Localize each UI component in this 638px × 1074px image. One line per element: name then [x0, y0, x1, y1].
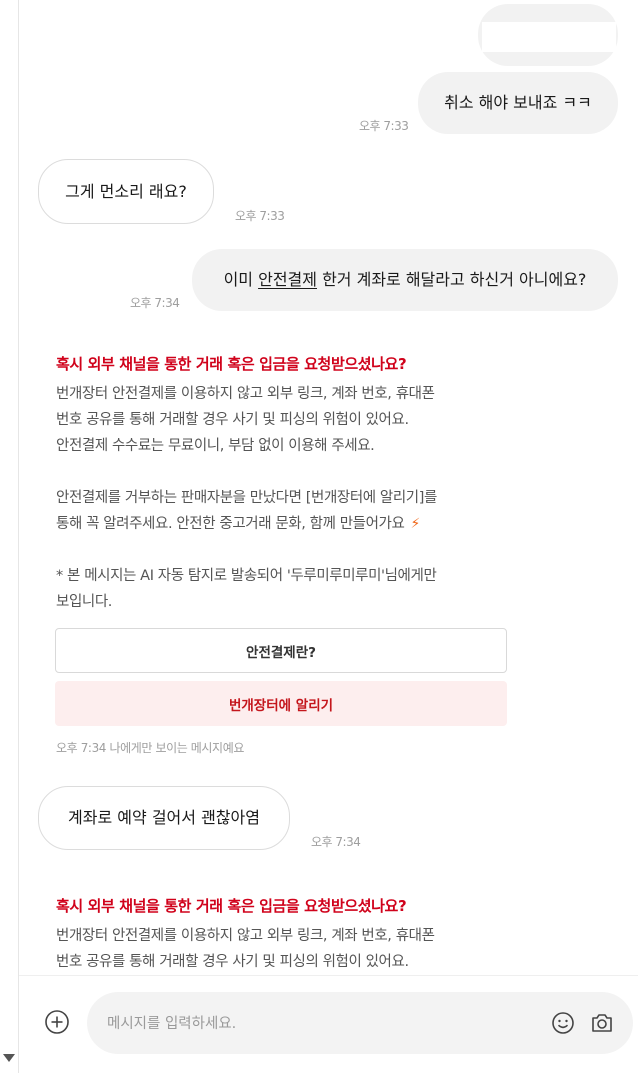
lightning-icon: ⚡	[410, 516, 420, 532]
safe-payment-info-button[interactable]: 안전결제란?	[55, 628, 507, 673]
message-text-after: 한거 계좌로 해달라고 하신거 아니에요?	[316, 270, 587, 289]
redacted-area	[482, 22, 616, 52]
private-message-note: 오후 7:34 나에게만 보이는 메시지예요	[56, 739, 244, 756]
message-bubble-incoming: 계좌로 예약 걸어서 괜찮아염	[38, 786, 290, 850]
message-input[interactable]	[105, 1010, 529, 1038]
safety-notice: 혹시 외부 채널을 통한 거래 혹은 입금을 요청받으셨나요? 번개장터 안전결…	[56, 353, 516, 615]
scroll-down-arrow-icon[interactable]	[3, 1054, 15, 1062]
notice-title: 혹시 외부 채널을 통한 거래 혹은 입금을 요청받으셨나요?	[56, 897, 407, 915]
notice-line: 안전결제를 거부하는 판매자분을 만났다면 [번개장터에 알리기]를	[56, 490, 437, 506]
message-time: 오후 7:34	[130, 296, 180, 310]
notice-line: 번호 공유를 통해 거래할 경우 사기 및 피싱의 위험이 있어요.	[56, 954, 409, 970]
message-text-before: 이미	[223, 270, 259, 289]
notice-line: 번호 공유를 통해 거래할 경우 사기 및 피싱의 위험이 있어요.	[56, 412, 409, 428]
emoji-icon[interactable]	[551, 1011, 575, 1035]
notice-body: 번개장터 안전결제를 이용하지 않고 외부 링크, 계좌 번호, 휴대폰 번호 …	[56, 381, 516, 615]
report-button[interactable]: 번개장터에 알리기	[55, 681, 507, 726]
message-time: 오후 7:33	[359, 119, 409, 133]
notice-line: * 본 메시지는 AI 자동 탐지로 발송되어 '두루미루미루미'님에게만	[56, 568, 437, 584]
message-time: 오후 7:33	[235, 209, 285, 223]
message-bubble-incoming: 그게 먼소리 래요?	[38, 159, 214, 224]
notice-line: 번개장터 안전결제를 이용하지 않고 외부 링크, 계좌 번호, 휴대폰	[56, 928, 435, 944]
notice-line: 안전결제 수수료는 무료이니, 부담 없이 이용해 주세요.	[56, 438, 375, 454]
notice-line-text: 통해 꼭 알려주세요. 안전한 중고거래 문화, 함께 만들어가요	[56, 516, 405, 532]
notice-visibility-text: 나에게만 보이는 메시지예요	[109, 741, 244, 755]
message-text: 그게 먼소리 래요?	[65, 181, 187, 201]
left-scroll-rail	[0, 0, 19, 1073]
notice-line: 통해 꼭 알려주세요. 안전한 중고거래 문화, 함께 만들어가요 ⚡	[56, 511, 516, 537]
notice-time: 오후 7:34	[56, 741, 107, 755]
notice-title: 혹시 외부 채널을 통한 거래 혹은 입금을 요청받으셨나요?	[56, 355, 407, 373]
plus-circle-icon[interactable]	[45, 1010, 69, 1034]
message-input-container	[87, 992, 633, 1054]
notice-body: 번개장터 안전결제를 이용하지 않고 외부 링크, 계좌 번호, 휴대폰 번호 …	[56, 923, 516, 975]
message-time: 오후 7:34	[311, 835, 361, 849]
notice-line: 번개장터 안전결제를 이용하지 않고 외부 링크, 계좌 번호, 휴대폰	[56, 386, 435, 402]
message-bubble-outgoing: 이미 안전결제 한거 계좌로 해달라고 하신거 아니에요?	[192, 249, 618, 311]
safety-notice: 혹시 외부 채널을 통한 거래 혹은 입금을 요청받으셨나요? 번개장터 안전결…	[56, 895, 516, 975]
notice-line: 보입니다.	[56, 594, 112, 610]
camera-icon[interactable]	[589, 1010, 615, 1036]
message-bubble-outgoing: 취소 해야 보내죠 ㅋㅋ	[418, 72, 618, 134]
message-text: 계좌로 예약 걸어서 괜찮아염	[68, 808, 260, 827]
message-composer	[19, 975, 638, 1074]
message-text: 취소 해야 보내죠 ㅋㅋ	[444, 93, 592, 112]
safe-payment-link[interactable]: 안전결제	[258, 270, 317, 290]
